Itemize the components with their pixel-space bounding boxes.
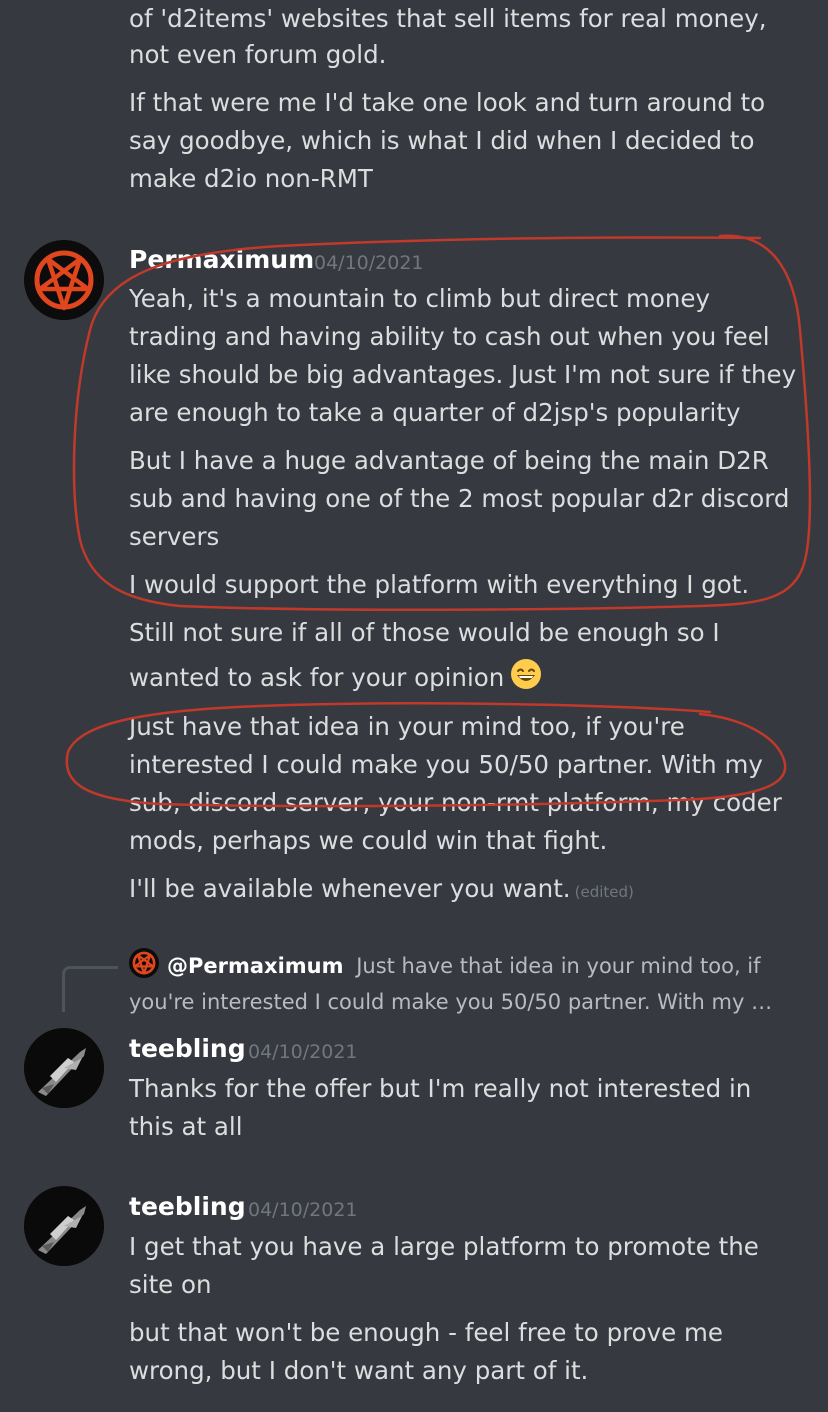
- grinning-face-emoji: [510, 658, 542, 701]
- message-line: say goodbye, which is what I did when I …: [129, 126, 755, 155]
- author-name[interactable]: Permaximum: [129, 244, 314, 276]
- reply-connector: [62, 966, 118, 1012]
- message-line: I would support the platform with everyt…: [129, 570, 750, 599]
- message-line: of 'd2items' websites that sell items fo…: [129, 4, 767, 33]
- message-line: wrong, but I don't want any part of it.: [129, 1356, 589, 1385]
- spaceship-icon: [24, 1186, 104, 1266]
- message-line: mods, perhaps we could win that fight.: [129, 826, 608, 855]
- message-line: If that were me I'd take one look and tu…: [129, 88, 766, 117]
- avatar[interactable]: [24, 1186, 104, 1266]
- spaceship-icon: [24, 1028, 104, 1108]
- edited-label: (edited): [574, 883, 634, 901]
- reply-text-line: you're interested I could make you 50/50…: [129, 990, 773, 1014]
- message-line: servers: [129, 522, 220, 551]
- message-line: I get that you have a large platform to …: [129, 1232, 759, 1261]
- message-line: sub, discord server, your non-rmt platfo…: [129, 788, 782, 817]
- message-line: Thanks for the offer but I'm really not …: [129, 1074, 752, 1103]
- message-line-edited: I'll be available whenever you want. (edi…: [129, 870, 634, 911]
- message-line: Just have that idea in your mind too, if…: [129, 712, 685, 741]
- message-line: trading and having ability to cash out w…: [129, 322, 770, 351]
- annotation-overlay: [65, 234, 812, 808]
- message-line: like should be big advantages. Just I'm …: [129, 360, 797, 389]
- reply-text: Just have that idea in your mind too, if: [356, 954, 761, 978]
- message-line-with-emoji: wanted to ask for your opinion: [129, 658, 542, 701]
- message-timestamp: 04/10/2021: [314, 252, 424, 274]
- message-text: wanted to ask for your opinion: [129, 663, 505, 692]
- message-text: I'll be available whenever you want.: [129, 874, 571, 903]
- message-line: Yeah, it's a mountain to climb but direc…: [129, 284, 710, 313]
- message-line: Still not sure if all of those would be …: [129, 618, 720, 647]
- author-name[interactable]: teebling: [129, 1191, 246, 1223]
- message-line: this at all: [129, 1112, 243, 1141]
- pentagram-icon: [24, 240, 104, 320]
- message-line: make d2io non-RMT: [129, 164, 373, 193]
- message-timestamp: 04/10/2021: [248, 1199, 358, 1221]
- reply-preview[interactable]: @Permaximum Just have that idea in your …: [129, 948, 761, 989]
- message-line: But I have a huge advantage of being the…: [129, 446, 769, 475]
- avatar[interactable]: [24, 240, 104, 320]
- author-name[interactable]: teebling: [129, 1033, 246, 1065]
- message-line: are enough to take a quarter of d2jsp's …: [129, 398, 741, 427]
- message-line: not even forum gold.: [129, 40, 387, 69]
- avatar[interactable]: [24, 1028, 104, 1108]
- message-line: site on: [129, 1270, 212, 1299]
- message-timestamp: 04/10/2021: [248, 1041, 358, 1063]
- message-line: interested I could make you 50/50 partne…: [129, 750, 763, 779]
- chat-messages: of 'd2items' websites that sell items fo…: [0, 0, 828, 1412]
- pentagram-icon: [129, 948, 159, 989]
- message-line: sub and having one of the 2 most popular…: [129, 484, 790, 513]
- reply-mention[interactable]: @Permaximum: [167, 954, 344, 978]
- message-line: but that won't be enough - feel free to …: [129, 1318, 723, 1347]
